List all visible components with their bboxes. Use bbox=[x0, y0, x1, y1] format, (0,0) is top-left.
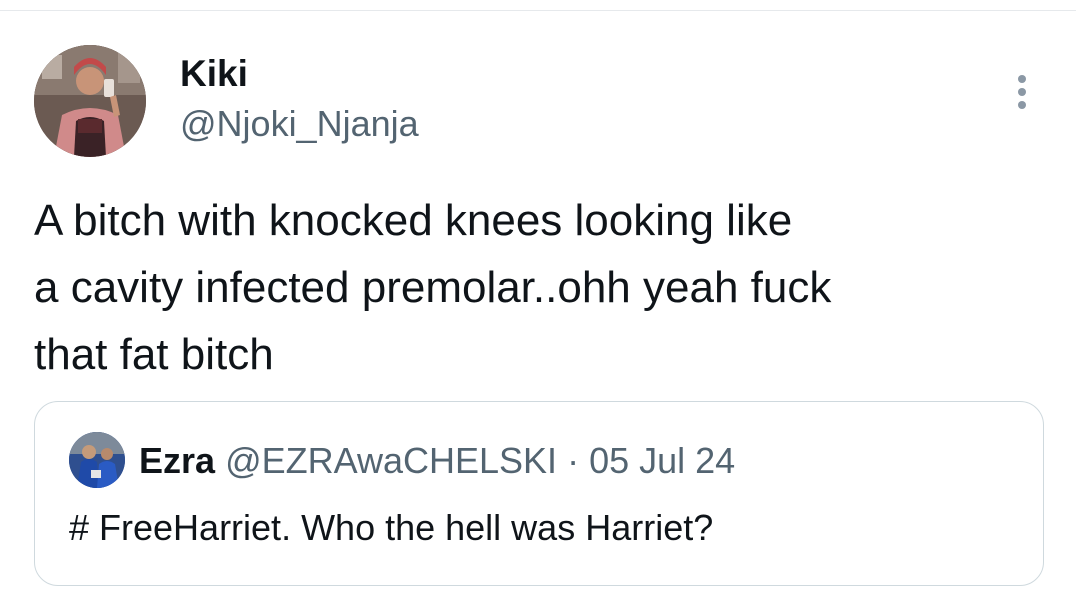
more-options-button[interactable] bbox=[1004, 70, 1040, 114]
quoted-author-display-name[interactable]: Ezra bbox=[139, 440, 215, 481]
author-avatar-image bbox=[34, 45, 146, 157]
quoted-author-avatar[interactable] bbox=[69, 432, 125, 488]
quoted-tweet-text: # FreeHarriet. Who the hell was Harriet? bbox=[69, 507, 714, 548]
quoted-author-avatar-image bbox=[69, 432, 125, 488]
tweet: Kiki @Njoki_Njanja A bitch with knocked … bbox=[0, 0, 1076, 610]
author-display-name[interactable]: Kiki bbox=[180, 52, 248, 96]
quoted-tweet-date[interactable]: 05 Jul 24 bbox=[589, 440, 735, 481]
quoted-meta-separator: · bbox=[567, 440, 580, 481]
author-handle[interactable]: @Njoki_Njanja bbox=[180, 102, 419, 146]
quoted-author-handle[interactable]: @EZRAwaCHELSKI bbox=[225, 440, 557, 481]
author-avatar[interactable] bbox=[34, 45, 146, 157]
more-vertical-icon-dot bbox=[1018, 101, 1026, 109]
more-vertical-icon-dot bbox=[1018, 88, 1026, 96]
more-vertical-icon bbox=[1018, 75, 1026, 83]
tweet-text: A bitch with knocked knees looking like … bbox=[34, 196, 832, 379]
quoted-tweet-card[interactable]: Ezra @EZRAwaCHELSKI · 05 Jul 24 # FreeHa… bbox=[34, 401, 1044, 586]
quoted-tweet-header: Ezra @EZRAwaCHELSKI · 05 Jul 24 bbox=[139, 439, 735, 483]
